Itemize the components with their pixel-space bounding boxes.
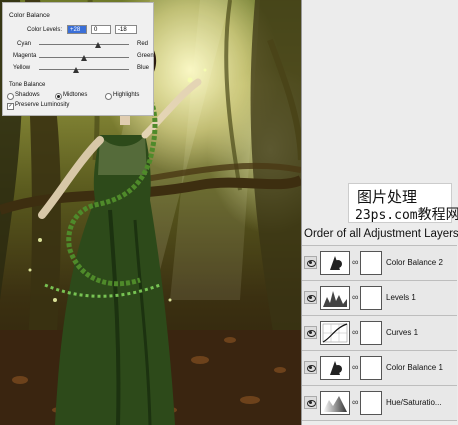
visibility-eye-icon[interactable] (304, 291, 317, 304)
chain-link-icon[interactable]: ∞ (352, 257, 358, 267)
visibility-eye-icon[interactable] (304, 361, 317, 374)
chain-link-icon[interactable]: ∞ (352, 292, 358, 302)
color-level-input-1[interactable]: +28 (67, 25, 87, 34)
visibility-eye-icon[interactable] (304, 396, 317, 409)
midtones-label: Midtones (63, 92, 88, 98)
layer-name[interactable]: Curves 1 (386, 328, 418, 337)
slider-yellow-label: Yellow (13, 65, 31, 71)
highlights-label: Highlights (113, 92, 140, 98)
layers-panel-title: Order of all Adjustment Layers (304, 228, 458, 240)
layer-mask-thumbnail[interactable] (360, 251, 382, 275)
layer-mask-thumbnail[interactable] (360, 286, 382, 310)
layer-row[interactable]: ∞ Hue/Saturatio... (302, 386, 457, 421)
shadows-label: Shadows (15, 92, 40, 98)
layer-mask-thumbnail[interactable] (360, 391, 382, 415)
yellow-blue-slider-thumb[interactable] (73, 67, 79, 73)
color-levels-label: Color Levels: (27, 27, 63, 33)
slider-blue-label: Blue (137, 65, 150, 71)
shadows-radio[interactable] (7, 93, 14, 100)
layer-row[interactable]: ∞ Color Balance 1 (302, 351, 457, 386)
layer-row[interactable]: ∞ Curves 1 (302, 316, 457, 351)
layer-mask-thumbnail[interactable] (360, 356, 382, 380)
cyan-red-slider-thumb[interactable] (95, 42, 101, 48)
watermark-line-2: 23ps.com教程网 (355, 204, 458, 224)
curves-icon (320, 321, 350, 345)
slider-red-label: Red (137, 41, 149, 47)
hue-saturation-icon (320, 391, 350, 415)
highlights-radio[interactable] (105, 93, 112, 100)
color-level-input-2[interactable]: 0 (91, 25, 111, 34)
slider-magenta-label: Magenta (13, 53, 37, 59)
levels-icon (320, 286, 350, 310)
preserve-luminosity-checkbox[interactable]: ✓ (7, 103, 14, 110)
color-balance-icon (320, 251, 350, 275)
slider-green-label: Green (137, 53, 154, 59)
slider-cyan-label: Cyan (17, 41, 32, 47)
layers-list: ∞ Color Balance 2 ∞ Levels 1 ∞ Curves 1 … (302, 245, 457, 421)
preserve-luminosity-label: Preserve Luminosity (15, 102, 70, 108)
visibility-eye-icon[interactable] (304, 256, 317, 269)
midtones-radio[interactable] (55, 93, 62, 100)
layer-name[interactable]: Hue/Saturatio... (386, 398, 442, 407)
watermark-stamp: 图片处理 23ps.com教程网 (348, 183, 458, 223)
magenta-green-slider-thumb[interactable] (81, 55, 87, 61)
layer-name[interactable]: Color Balance 2 (386, 258, 443, 267)
layer-mask-thumbnail[interactable] (360, 321, 382, 345)
chain-link-icon[interactable]: ∞ (352, 327, 358, 337)
watermark-tutorial: 教程网 (417, 207, 458, 223)
layer-name[interactable]: Color Balance 1 (386, 363, 443, 372)
chain-link-icon[interactable]: ∞ (352, 362, 358, 372)
color-balance-dialog: Color Balance Color Levels: +28 0 -18 Cy… (2, 2, 154, 116)
color-balance-icon (320, 356, 350, 380)
color-balance-title: Color Balance (9, 12, 50, 19)
layer-row[interactable]: ∞ Color Balance 2 (302, 245, 457, 281)
yellow-blue-slider[interactable] (39, 69, 129, 70)
visibility-eye-icon[interactable] (304, 326, 317, 339)
watermark-site: 23ps.com (355, 208, 418, 223)
layer-row[interactable]: ∞ Levels 1 (302, 281, 457, 316)
color-level-input-3[interactable]: -18 (115, 25, 137, 34)
cyan-red-slider[interactable] (39, 44, 129, 45)
chain-link-icon[interactable]: ∞ (352, 397, 358, 407)
layer-name[interactable]: Levels 1 (386, 293, 416, 302)
tone-balance-title: Tone Balance (9, 82, 46, 88)
